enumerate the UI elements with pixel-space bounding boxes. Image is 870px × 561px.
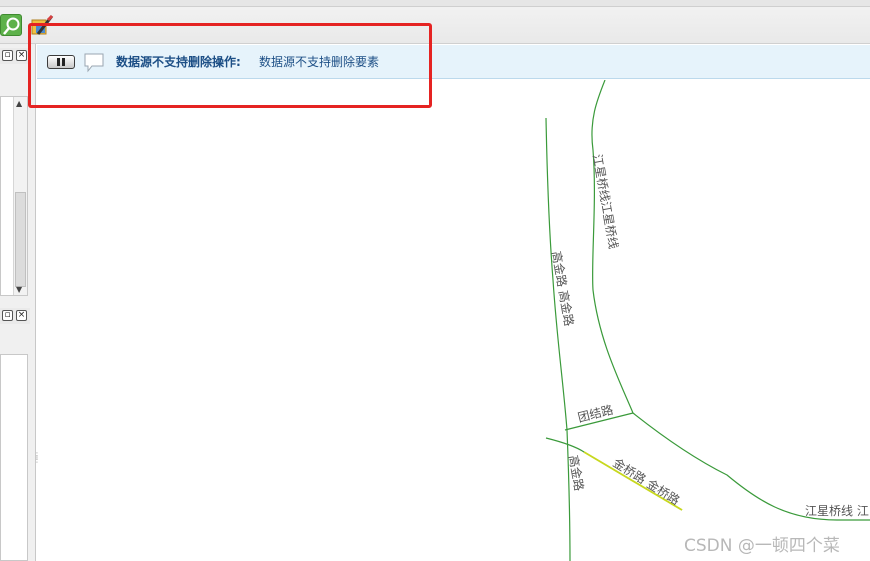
scroll-up-icon[interactable]: ▲ — [16, 99, 22, 108]
close-icon[interactable]: × — [16, 50, 27, 61]
watermark: CSDN @一顿四个菜 — [684, 536, 840, 556]
road-gaojin — [545, 117, 571, 561]
left-dock-panel: ▫ × ▲ ▼ ▫ × ⋮ ⋮ — [0, 44, 41, 561]
float-icon[interactable]: ▫ — [2, 50, 13, 61]
layers-panel-body: ▲ ▼ — [0, 96, 28, 296]
label-tuanjie: 团结路 — [576, 402, 615, 425]
label-jiangxing-bottom: 江星桥线 江 — [805, 504, 869, 518]
browser-panel-body — [0, 354, 28, 561]
panel-header-bottom: ▫ × — [0, 308, 30, 324]
scroll-down-icon[interactable]: ▼ — [16, 285, 22, 294]
map-canvas[interactable]: 江星桥线江星桥线 高金路 高金路 团结路 高金路 金桥路 金桥路 江星桥线 江 — [37, 80, 870, 561]
scrollbar[interactable]: ▲ ▼ — [13, 97, 27, 295]
splitter-handle[interactable]: ⋮ ⋮ — [33, 452, 41, 474]
panel-header-top: ▫ × — [0, 48, 30, 64]
label-jinqiao: 金桥路 金桥路 — [610, 455, 682, 508]
toolbar-top-strip — [0, 0, 870, 7]
scroll-thumb[interactable] — [15, 192, 26, 287]
zoom-icon[interactable] — [0, 14, 22, 36]
close-icon[interactable]: × — [16, 310, 27, 321]
float-icon[interactable]: ▫ — [2, 310, 13, 321]
